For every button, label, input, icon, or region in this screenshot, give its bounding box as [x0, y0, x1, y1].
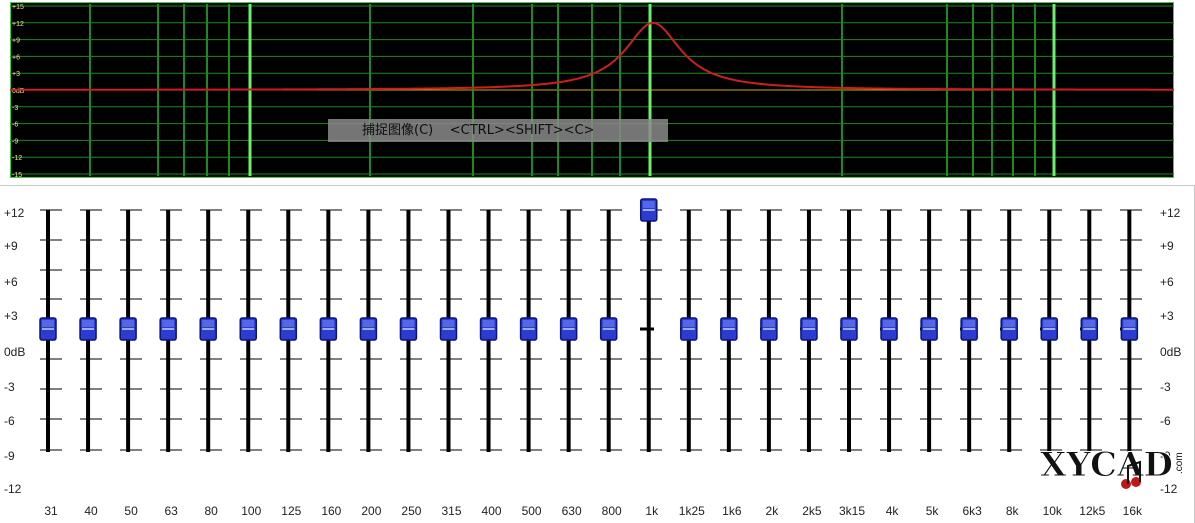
band-label: 80	[204, 504, 218, 518]
db-label: +6	[12, 54, 20, 61]
db-scale-label-right: +6	[1160, 275, 1174, 289]
capture-tooltip: 捕捉图像(C) <CTRL><SHIFT><C>	[328, 119, 668, 142]
db-scale-label-left: +9	[4, 239, 18, 253]
slider-knob-250[interactable]	[399, 317, 418, 341]
band-label: 800	[601, 504, 622, 518]
band-label: 12k5	[1079, 504, 1106, 518]
slider-knob-80[interactable]	[199, 317, 217, 341]
band-label: 1k	[645, 504, 659, 518]
slider-knob-50[interactable]	[119, 317, 137, 341]
slider-knob-16k[interactable]	[1120, 317, 1139, 341]
band-label: 200	[361, 504, 382, 518]
db-scale-label-left: -9	[4, 449, 15, 463]
slider-knob-125[interactable]	[279, 317, 298, 341]
db-label: -15	[12, 172, 22, 178]
db-label: +12	[12, 21, 24, 28]
db-label: +3	[12, 71, 20, 78]
band-label: 16k	[1122, 504, 1143, 518]
db-label: +15	[12, 4, 24, 11]
db-label: +9	[12, 38, 20, 45]
slider-knob-31[interactable]	[39, 317, 57, 341]
slider-knob-315[interactable]	[439, 317, 458, 341]
db-scale-label-left: -6	[4, 414, 15, 428]
slider-knob-8k[interactable]	[1000, 317, 1018, 341]
slider-knob-1k[interactable]	[640, 198, 658, 222]
band-label: 160	[321, 504, 342, 518]
band-label: 400	[481, 504, 502, 518]
band-label: 31	[44, 504, 58, 518]
db-label: -9	[12, 138, 18, 145]
db-scale-label-right: +3	[1160, 309, 1174, 323]
slider-knob-1k6[interactable]	[720, 317, 738, 341]
svg-text:.com: .com	[1174, 452, 1185, 474]
db-scale-label-left: +6	[4, 275, 18, 289]
slider-knob-10k[interactable]	[1040, 317, 1058, 341]
band-label: 63	[164, 504, 178, 518]
band-label: 250	[401, 504, 422, 518]
db-scale-label-right: 0dB	[1160, 345, 1182, 359]
band-label: 50	[124, 504, 138, 518]
slider-knob-40[interactable]	[79, 317, 97, 341]
db-scale-label-right: -3	[1160, 380, 1171, 394]
slider-knob-12k5[interactable]	[1080, 317, 1099, 341]
band-label: 125	[281, 504, 302, 518]
slider-knob-2k5[interactable]	[800, 317, 818, 341]
slider-knob-500[interactable]	[519, 317, 538, 341]
band-label: 630	[561, 504, 582, 518]
db-scale-label-right: -6	[1160, 414, 1171, 428]
band-label: 6k3	[962, 504, 982, 518]
slider-knob-630[interactable]	[559, 317, 578, 341]
band-label: 100	[241, 504, 262, 518]
band-label: 40	[84, 504, 98, 518]
db-scale-label-right: +9	[1160, 239, 1174, 253]
slider-knob-160[interactable]	[319, 317, 338, 341]
slider-knob-400[interactable]	[479, 317, 498, 341]
band-label: 10k	[1042, 504, 1062, 518]
band-label: 3k15	[838, 504, 866, 518]
slider-knob-4k[interactable]	[880, 317, 898, 341]
db-scale-label-left: +3	[4, 309, 18, 323]
band-label: 5k	[925, 504, 939, 518]
band-label: 1k25	[678, 504, 705, 518]
svg-text:XYCAD: XYCAD	[1040, 445, 1173, 485]
slider-knob-63[interactable]	[159, 317, 177, 341]
slider-knob-2k[interactable]	[760, 317, 778, 341]
db-scale-label-left: -3	[4, 380, 15, 394]
slider-knob-200[interactable]	[359, 317, 378, 341]
slider-knob-6k3[interactable]	[960, 317, 978, 341]
slider-knob-100[interactable]	[239, 317, 257, 341]
band-label: 500	[521, 504, 542, 518]
band-label: 315	[441, 504, 462, 518]
db-scale-label-left: 0dB	[4, 345, 26, 359]
band-label: 8k	[1005, 504, 1019, 518]
db-scale-label-right: +12	[1160, 206, 1181, 220]
equalizer-sliders	[34, 198, 1150, 452]
band-label: 2k	[765, 504, 779, 518]
db-scale-label-left: +12	[4, 206, 25, 220]
xycad-logo: XYCAD .com	[1040, 445, 1185, 489]
slider-knob-800[interactable]	[599, 317, 618, 341]
slider-knob-5k[interactable]	[920, 317, 938, 341]
band-label: 4k	[885, 504, 899, 518]
band-label: 1k6	[722, 504, 742, 518]
db-label: -12	[12, 155, 22, 162]
band-label: 2k5	[802, 504, 822, 518]
frequency-response-display: +15+12+9+6+30dB-3-6-9-12-15	[10, 2, 1174, 178]
slider-knob-1k25[interactable]	[680, 317, 698, 341]
db-label: -6	[12, 122, 18, 129]
db-scale-label-left: -12	[4, 482, 22, 496]
slider-knob-3k15[interactable]	[840, 317, 858, 341]
db-label: -3	[12, 105, 18, 112]
